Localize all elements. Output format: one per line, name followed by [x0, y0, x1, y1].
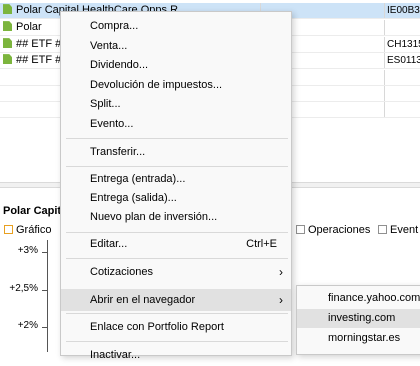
tab-grafico[interactable]: Gráfico	[4, 224, 51, 236]
security-name: Polar	[16, 21, 42, 33]
document-icon	[3, 38, 12, 49]
tab-operaciones[interactable]: Operaciones	[296, 224, 370, 236]
menu-item-compra[interactable]: Compra...	[61, 15, 291, 37]
document-icon	[3, 4, 12, 15]
menu-separator	[66, 138, 288, 139]
menu-item-editar[interactable]: Editar... Ctrl+E	[61, 233, 291, 255]
menu-item-label: Compra...	[90, 20, 139, 32]
menu-item-label: Editar...	[90, 238, 128, 250]
y-tick-label: +2%	[17, 320, 38, 331]
shortcut-label: Ctrl+E	[246, 238, 277, 250]
menu-item-enlace-portfolio-report[interactable]: Enlace con Portfolio Report	[61, 316, 291, 338]
tab-eventos-label: Event	[390, 224, 419, 236]
security-name: ## ETF #	[16, 54, 62, 66]
chart-icon	[4, 224, 13, 234]
events-icon	[378, 224, 387, 234]
menu-item-label: Dividendo...	[90, 59, 149, 71]
submenu-item-label: morningstar.es	[328, 332, 401, 344]
menu-item-partial[interactable]: Inactivar...	[61, 344, 291, 366]
tab-eventos[interactable]: Event	[378, 224, 418, 236]
security-isin: IE00B3I	[387, 5, 420, 16]
menu-item-label: Evento...	[90, 118, 134, 130]
submenu-item-morningstar[interactable]: morningstar.es	[297, 329, 420, 348]
menu-item-label: Transferir...	[90, 146, 146, 158]
browser-submenu: finance.yahoo.com investing.com mornings…	[296, 285, 420, 355]
security-isin: CH1315	[387, 39, 420, 50]
submenu-item-label: finance.yahoo.com	[328, 292, 420, 304]
menu-separator	[66, 166, 288, 167]
y-tick	[42, 290, 48, 291]
chevron-right-icon: ›	[279, 293, 283, 307]
document-icon	[3, 21, 12, 32]
context-menu: Compra... Venta... Dividendo... Devoluci…	[60, 11, 292, 361]
security-isin: ES0113	[387, 55, 420, 66]
submenu-item-label: investing.com	[328, 312, 396, 324]
security-name: ## ETF #	[16, 38, 62, 50]
menu-item-label: Abrir en el navegador	[90, 294, 196, 306]
menu-item-split[interactable]: Split...	[61, 93, 291, 115]
menu-item-abrir-navegador[interactable]: Abrir en el navegador ›	[61, 289, 291, 311]
menu-item-label: Inactivar...	[90, 349, 141, 361]
menu-item-nuevo-plan[interactable]: Nuevo plan de inversión...	[61, 206, 291, 228]
menu-item-label: Cotizaciones	[90, 266, 153, 278]
menu-item-cotizaciones[interactable]: Cotizaciones ›	[61, 261, 291, 283]
y-tick-label: +3%	[17, 245, 38, 256]
transactions-icon	[296, 224, 305, 234]
submenu-item-investing[interactable]: investing.com	[297, 309, 420, 328]
menu-item-dividendo[interactable]: Dividendo...	[61, 54, 291, 76]
tab-grafico-label: Gráfico	[16, 224, 52, 236]
security-isin	[387, 20, 420, 35]
menu-separator	[66, 258, 288, 259]
chart-y-axis	[47, 240, 48, 352]
menu-item-transferir[interactable]: Transferir...	[61, 141, 291, 163]
detail-panel-title: Polar Capit	[3, 205, 62, 217]
menu-item-label: Enlace con Portfolio Report	[90, 321, 224, 333]
tab-operaciones-label: Operaciones	[308, 224, 371, 236]
menu-item-label: Split...	[90, 98, 121, 110]
submenu-item-yahoo[interactable]: finance.yahoo.com	[297, 289, 420, 308]
y-tick	[42, 252, 48, 253]
y-tick	[42, 327, 48, 328]
chevron-right-icon: ›	[279, 265, 283, 279]
document-icon	[3, 54, 12, 65]
menu-separator	[66, 313, 288, 314]
y-tick-label: +2,5%	[9, 283, 38, 294]
menu-item-label: Nuevo plan de inversión...	[90, 211, 218, 223]
menu-separator	[66, 341, 288, 342]
menu-item-evento[interactable]: Evento...	[61, 113, 291, 135]
